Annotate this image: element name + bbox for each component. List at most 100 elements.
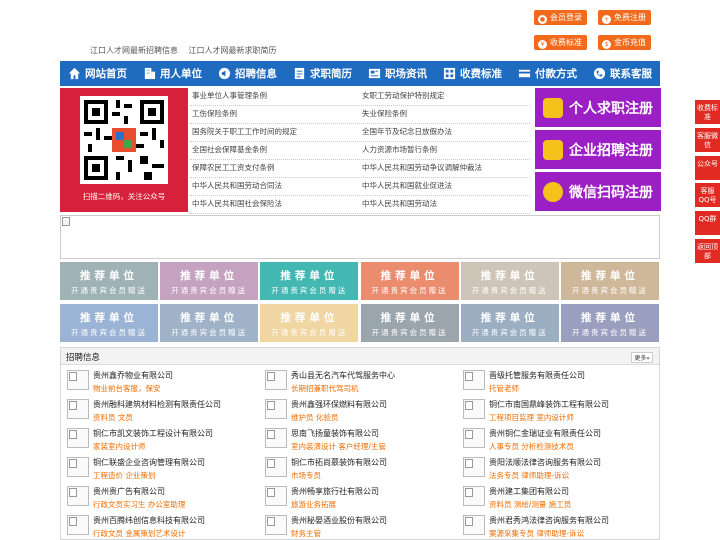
job-positions-link[interactable]: 市场专员 xyxy=(291,470,321,481)
law-link[interactable]: 全国社会保障基金条例 xyxy=(190,142,360,159)
company-logo[interactable] xyxy=(265,515,287,535)
job-positions-link[interactable]: 工程造价 企业策划 xyxy=(93,470,155,481)
law-link[interactable]: 失业保险条例 xyxy=(360,106,530,123)
company-name-link[interactable]: 思南飞扬童装饰有限公司 xyxy=(291,428,379,439)
job-positions-link[interactable]: 长期招兼职代驾司机 xyxy=(291,383,359,394)
law-link[interactable]: 人力资源市场暂行条例 xyxy=(360,142,530,159)
nav-contact[interactable]: 联系客服 xyxy=(585,61,660,86)
recommended-employer-slot[interactable]: 推荐单位 开通贵宾会员赠送 xyxy=(260,304,359,342)
law-link[interactable]: 中华人民共和国劳动法 xyxy=(360,196,530,213)
company-logo[interactable] xyxy=(463,515,485,535)
nav-jobs[interactable]: 招聘信息 xyxy=(210,61,285,86)
company-logo[interactable] xyxy=(67,428,89,448)
company-logo[interactable] xyxy=(67,399,89,419)
company-name-link[interactable]: 贵州融科建筑材料检测有限责任公司 xyxy=(93,399,221,410)
jobseeker-register-button[interactable]: 个人求职注册 xyxy=(535,88,661,127)
law-link[interactable]: 全国年节及纪念日放假办法 xyxy=(360,124,530,141)
tagline-jobs-link[interactable]: 江口人才网最新招聘信息 xyxy=(90,46,178,55)
company-logo[interactable] xyxy=(463,457,485,477)
recommended-employer-slot[interactable]: 推荐单位 开通贵宾会员赠送 xyxy=(360,262,459,300)
recommended-employer-slot[interactable]: 推荐单位 开通贵宾会员赠送 xyxy=(561,262,659,300)
recommended-employer-slot[interactable]: 推荐单位 开通贵宾会员赠送 xyxy=(160,304,259,342)
company-logo[interactable] xyxy=(67,515,89,535)
more-jobs-link[interactable]: 更多» xyxy=(631,352,653,363)
recommended-employer-slot[interactable]: 推荐单位 开通贵宾会员赠送 xyxy=(561,304,659,342)
employer-register-button[interactable]: 企业招聘注册 xyxy=(535,130,661,169)
tagline-resumes-link[interactable]: 江口人才网最新求职简历 xyxy=(189,46,277,55)
company-logo[interactable] xyxy=(463,370,485,390)
company-logo[interactable] xyxy=(463,428,485,448)
job-positions-link[interactable]: 托管老师 xyxy=(489,383,519,394)
law-link[interactable]: 中华人民共和国劳动争议调解仲裁法 xyxy=(360,160,530,177)
free-register-button[interactable]: + 免费注册 xyxy=(598,10,651,25)
job-positions-link[interactable]: 室内装潢设计 客户经理/主管 xyxy=(291,441,386,452)
member-login-button[interactable]: ● 会员登录 xyxy=(534,10,587,25)
job-positions-link[interactable]: 行政文员实习生 办公室助理 xyxy=(93,499,185,510)
company-name-link[interactable]: 铜仁市拓尚慕装饰有限公司 xyxy=(291,457,387,468)
law-link[interactable]: 工伤保险条例 xyxy=(190,106,360,123)
recommended-employer-slot[interactable]: 推荐单位 开通贵宾会员赠送 xyxy=(360,304,459,342)
company-name-link[interactable]: 贵州贵广告有限公司 xyxy=(93,486,165,497)
law-link[interactable]: 女职工劳动保护特别规定 xyxy=(360,88,530,105)
job-positions-link[interactable]: 人事专员 分析检测技术员 xyxy=(489,441,574,452)
company-logo[interactable] xyxy=(265,457,287,477)
job-positions-link[interactable]: 家装室内设计师 xyxy=(93,441,146,452)
nav-news[interactable]: 职场资讯 xyxy=(360,61,435,86)
company-logo[interactable] xyxy=(265,428,287,448)
recommended-employer-slot[interactable]: 推荐单位 开通贵宾会员赠送 xyxy=(460,304,559,342)
company-name-link[interactable]: 贵阳法顺法律咨询服务有限公司 xyxy=(489,457,601,468)
company-logo[interactable] xyxy=(67,370,89,390)
company-name-link[interactable]: 秀山县无名汽车代驾服务中心 xyxy=(291,370,395,381)
law-link[interactable]: 中华人民共和国劳动合同法 xyxy=(190,178,360,195)
company-name-link[interactable]: 贵州君秀鸿法律咨询服务有限公司 xyxy=(489,515,609,526)
recommended-employer-slot[interactable]: 推荐单位 开通贵宾会员赠送 xyxy=(260,262,359,300)
law-link[interactable]: 事业单位人事管理条例 xyxy=(190,88,360,105)
nav-fees[interactable]: 收费标准 xyxy=(435,61,510,86)
job-positions-link[interactable]: 行政文员 金属策划艺术设计 xyxy=(93,528,185,539)
company-name-link[interactable]: 贵州建工集团有限公司 xyxy=(489,486,569,497)
nav-payment[interactable]: 付款方式 xyxy=(510,61,585,86)
job-positions-link[interactable]: 资料员 测绘/测量 施工员 xyxy=(489,499,571,510)
company-logo[interactable] xyxy=(265,399,287,419)
company-name-link[interactable]: 贵州百腾纬创信息科技有限公司 xyxy=(93,515,205,526)
floating-sidebar-item[interactable]: QQ群 xyxy=(695,211,720,235)
nav-home[interactable]: 网站首页 xyxy=(60,61,135,86)
floating-sidebar-item[interactable]: 公众号 xyxy=(695,156,720,180)
company-name-link[interactable]: 贵州畅享旅行社有限公司 xyxy=(291,486,379,497)
company-logo[interactable] xyxy=(67,486,89,506)
company-logo[interactable] xyxy=(463,486,485,506)
recommended-employer-slot[interactable]: 推荐单位 开通贵宾会员赠送 xyxy=(460,262,559,300)
company-name-link[interactable]: 铜仁联盛企业咨询管理有限公司 xyxy=(93,457,205,468)
recommended-employer-slot[interactable]: 推荐单位 开通贵宾会员赠送 xyxy=(160,262,259,300)
company-name-link[interactable]: 贵州铜仁金瑞证业有限责任公司 xyxy=(489,428,601,439)
coin-recharge-button[interactable]: $ 金币充值 xyxy=(598,35,651,50)
floating-sidebar-item[interactable]: 客服QQ号 xyxy=(695,183,720,207)
company-logo[interactable] xyxy=(265,370,287,390)
company-logo[interactable] xyxy=(463,399,485,419)
company-logo[interactable] xyxy=(67,457,89,477)
company-name-link[interactable]: 铜仁市凯文装饰工程设计有限公司 xyxy=(93,428,213,439)
law-link[interactable]: 国务院关于职工工作时间的规定 xyxy=(190,124,360,141)
job-positions-link[interactable]: 工程项目监理 室内设计师 xyxy=(489,412,574,423)
company-name-link[interactable]: 晋级托管服务有限责任公司 xyxy=(489,370,585,381)
nav-employers[interactable]: 用人单位 xyxy=(135,61,210,86)
law-link[interactable]: 保障农民工工资支付条例 xyxy=(190,160,360,177)
company-name-link[interactable]: 贵州鑫强环保燃料有限公司 xyxy=(291,399,387,410)
nav-resumes[interactable]: 求职简历 xyxy=(285,61,360,86)
ad-banner[interactable] xyxy=(60,215,660,259)
job-positions-link[interactable]: 财务主管 xyxy=(291,528,321,539)
floating-sidebar-item[interactable]: 收费标准 xyxy=(695,100,720,124)
law-link[interactable]: 中华人民共和国社会保险法 xyxy=(190,196,360,213)
job-positions-link[interactable]: 维护员 化验员 xyxy=(291,412,338,423)
floating-sidebar-item[interactable]: 返回顶部 xyxy=(695,239,720,263)
job-positions-link[interactable]: 资料员 文员 xyxy=(93,412,133,423)
wechat-register-button[interactable]: 微信扫码注册 xyxy=(535,172,661,211)
law-link[interactable]: 中华人民共和国就业促进法 xyxy=(360,178,530,195)
job-positions-link[interactable]: 旅游业务拓展 xyxy=(291,499,336,510)
company-logo[interactable] xyxy=(265,486,287,506)
recommended-employer-slot[interactable]: 推荐单位 开通贵宾会员赠送 xyxy=(60,304,158,342)
company-name-link[interactable]: 贵州鑫乔物业有限公司 xyxy=(93,370,173,381)
fee-standard-button[interactable]: ¥ 收费标准 xyxy=(534,35,587,50)
company-name-link[interactable]: 铜仁市南国鼎峰装饰工程有限公司 xyxy=(489,399,609,410)
recommended-employer-slot[interactable]: 推荐单位 开通贵宾会员赠送 xyxy=(60,262,158,300)
